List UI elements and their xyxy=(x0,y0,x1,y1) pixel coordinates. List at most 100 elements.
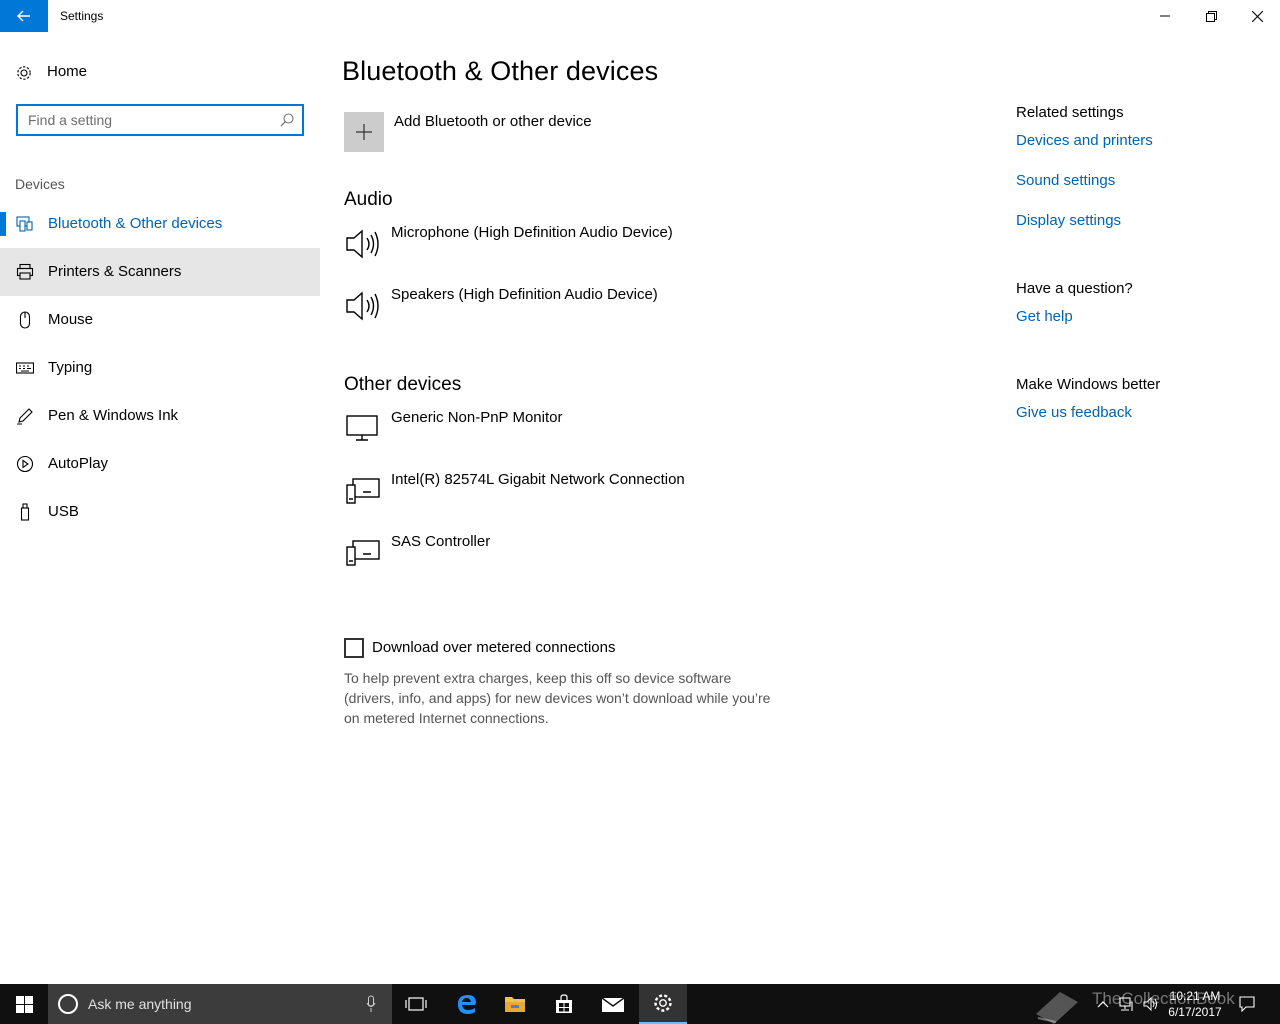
cortana-icon xyxy=(58,994,78,1014)
sidebar-item-label: AutoPlay xyxy=(48,455,109,472)
sidebar-item-label: Pen & Windows Ink xyxy=(48,407,179,424)
volume-tray-button[interactable] xyxy=(1140,984,1162,1024)
main-content: Bluetooth & Other devices Add Bluetooth … xyxy=(320,32,980,984)
device-item-sas-controller[interactable]: SAS Controller xyxy=(344,533,944,577)
device-name: Speakers (High Definition Audio Device) xyxy=(391,286,658,303)
link-display-settings[interactable]: Display settings xyxy=(1016,212,1121,229)
device-name: Microphone (High Definition Audio Device… xyxy=(391,224,673,241)
mail-icon xyxy=(601,997,625,1012)
search-icon[interactable] xyxy=(280,113,294,127)
add-device-button[interactable] xyxy=(344,112,384,152)
printer-icon xyxy=(16,263,34,280)
action-center-button[interactable] xyxy=(1234,984,1260,1024)
restore-icon xyxy=(1205,10,1217,22)
metered-download-label[interactable]: Download over metered connections xyxy=(372,639,615,656)
page-title: Bluetooth & Other devices xyxy=(342,56,659,86)
settings-taskbar-button[interactable] xyxy=(639,984,687,1024)
store-button[interactable] xyxy=(540,984,588,1024)
device-item-network[interactable]: Intel(R) 82574L Gigabit Network Connecti… xyxy=(344,471,944,515)
speaker-icon xyxy=(346,291,379,321)
group-title-other-devices: Other devices xyxy=(344,374,462,395)
plus-icon xyxy=(356,124,372,140)
mouse-icon xyxy=(19,311,31,329)
bluetooth-devices-icon xyxy=(16,216,33,232)
sidebar-item-bluetooth[interactable]: Bluetooth & Other devices xyxy=(0,200,320,248)
link-sound-settings[interactable]: Sound settings xyxy=(1016,172,1115,189)
mail-button[interactable] xyxy=(589,984,637,1024)
group-title-audio: Audio xyxy=(344,189,393,210)
generic-device-icon xyxy=(346,478,380,504)
taskbar: Ask me anything TheCollectionBook 10:21 … xyxy=(0,984,1280,1024)
sidebar-item-label: Bluetooth & Other devices xyxy=(48,215,223,232)
file-explorer-icon xyxy=(505,997,525,1012)
sidebar-home[interactable]: Home xyxy=(0,56,320,90)
selection-indicator xyxy=(0,212,6,236)
section-label-devices: Devices xyxy=(15,176,65,192)
notification-icon xyxy=(1239,996,1255,1012)
add-device-label[interactable]: Add Bluetooth or other device xyxy=(394,113,592,130)
usb-icon xyxy=(20,503,30,521)
metered-download-checkbox[interactable] xyxy=(344,638,364,658)
cortana-placeholder: Ask me anything xyxy=(88,996,192,1012)
speaker-icon xyxy=(346,229,379,259)
keyboard-icon xyxy=(16,362,34,374)
task-view-icon xyxy=(405,997,427,1011)
network-icon xyxy=(1119,997,1133,1011)
volume-icon xyxy=(1143,997,1157,1011)
cortana-search-box[interactable]: Ask me anything xyxy=(48,984,392,1024)
device-item-monitor[interactable]: Generic Non-PnP Monitor xyxy=(344,409,944,453)
chevron-up-icon xyxy=(1097,1001,1109,1008)
file-explorer-button[interactable] xyxy=(491,984,539,1024)
related-settings-heading: Related settings xyxy=(1016,104,1124,121)
taskbar-clock[interactable]: 10:21 AM 6/17/2017 xyxy=(1160,988,1230,1020)
task-view-button[interactable] xyxy=(392,984,440,1024)
sidebar-item-autoplay[interactable]: AutoPlay xyxy=(0,440,320,488)
sidebar-item-label: Typing xyxy=(48,359,93,376)
sidebar-item-pen[interactable]: Pen & Windows Ink xyxy=(0,392,320,440)
sidebar: Home Find a setting Devices Bluetooth & … xyxy=(0,32,320,984)
gear-icon xyxy=(17,66,31,80)
close-button[interactable] xyxy=(1234,0,1280,32)
sidebar-item-usb[interactable]: USB xyxy=(0,488,320,536)
store-icon xyxy=(556,994,572,1013)
device-item-speakers[interactable]: Speakers (High Definition Audio Device) xyxy=(344,286,944,330)
edge-icon xyxy=(458,995,476,1014)
device-name: SAS Controller xyxy=(391,533,491,550)
clock-date: 6/17/2017 xyxy=(1168,1005,1222,1019)
metered-help-text: To help prevent extra charges, keep this… xyxy=(344,670,771,726)
autoplay-icon xyxy=(16,455,34,473)
start-button[interactable] xyxy=(0,984,48,1024)
link-give-feedback[interactable]: Give us feedback xyxy=(1016,404,1132,421)
edge-button[interactable] xyxy=(443,984,491,1024)
sidebar-item-label: Printers & Scanners xyxy=(48,263,182,280)
book-logo-icon xyxy=(1036,992,1078,1024)
device-item-microphone[interactable]: Microphone (High Definition Audio Device… xyxy=(344,224,944,268)
minimize-icon xyxy=(1160,15,1170,17)
microphone-icon[interactable] xyxy=(366,995,376,1013)
show-hidden-icons-button[interactable] xyxy=(1092,984,1114,1024)
home-label: Home xyxy=(47,63,88,80)
device-name: Intel(R) 82574L Gigabit Network Connecti… xyxy=(391,471,685,488)
settings-search-input[interactable]: Find a setting xyxy=(16,104,304,136)
sidebar-item-label: Mouse xyxy=(48,311,94,328)
restore-button[interactable] xyxy=(1188,0,1234,32)
monitor-icon xyxy=(346,415,378,441)
back-arrow-icon xyxy=(17,10,30,22)
device-name: Generic Non-PnP Monitor xyxy=(391,409,563,426)
title-bar: Settings xyxy=(0,0,1280,32)
minimize-button[interactable] xyxy=(1142,0,1188,32)
network-tray-button[interactable] xyxy=(1116,984,1138,1024)
feedback-heading: Make Windows better xyxy=(1016,376,1161,393)
sidebar-item-mouse[interactable]: Mouse xyxy=(0,296,320,344)
link-get-help[interactable]: Get help xyxy=(1016,308,1073,325)
sidebar-item-printers[interactable]: Printers & Scanners xyxy=(0,248,320,296)
generic-device-icon xyxy=(346,540,380,566)
link-devices-and-printers[interactable]: Devices and printers xyxy=(1016,132,1153,149)
sidebar-item-typing[interactable]: Typing xyxy=(0,344,320,392)
close-icon xyxy=(1251,10,1263,22)
back-button[interactable] xyxy=(0,0,48,32)
window-title: Settings xyxy=(60,9,104,23)
windows-logo-icon xyxy=(15,995,33,1013)
clock-time: 10:21 AM xyxy=(1169,989,1221,1003)
question-heading: Have a question? xyxy=(1016,280,1133,297)
